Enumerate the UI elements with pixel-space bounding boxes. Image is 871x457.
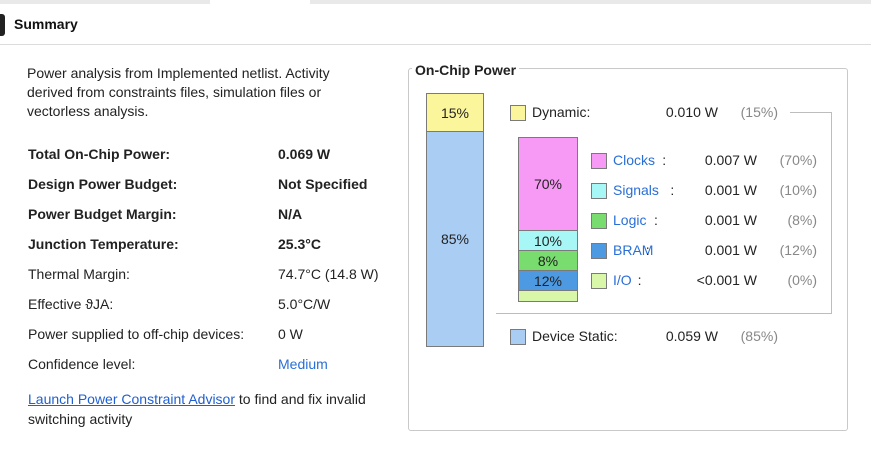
legend-dynamic: Dynamic: 0.010 W (15%) [510, 102, 810, 122]
bram-swatch-icon [591, 243, 607, 259]
row-value: 25.3°C [278, 236, 321, 252]
dynamic-segment[interactable]: 15% [427, 94, 483, 132]
io-watts: <0.001 W [696, 272, 757, 288]
row-label: Design Power Budget: [28, 176, 178, 192]
logic-pct: (8%) [787, 212, 817, 228]
static-segment[interactable]: 85% [427, 132, 483, 346]
legend-io: I/O: <0.001 W (0%) [591, 270, 821, 290]
clocks-link[interactable]: Clocks [613, 150, 655, 170]
dynamic-pct: (15%) [740, 104, 778, 120]
breakdown-segment-label: 70% [533, 176, 563, 192]
row-label: Confidence level: [28, 356, 136, 372]
breakdown-segment-label: 12% [533, 272, 563, 289]
static-swatch-icon [510, 329, 526, 345]
signals-swatch-icon [591, 183, 607, 199]
label-colon: : [645, 242, 650, 258]
static-label: Device Static: [532, 328, 618, 344]
breakdown-segment-signals[interactable]: 10% [519, 231, 577, 251]
legend-logic: Logic: 0.001 W (8%) [591, 210, 821, 230]
label-colon: : [662, 152, 667, 168]
row-label: Total On-Chip Power: [28, 146, 171, 162]
legend-clocks: Clocks: 0.007 W (70%) [591, 150, 821, 170]
legend-bram: BRAM:0.001 W (12%) [591, 240, 821, 260]
label-colon: : [637, 272, 642, 288]
dynamic-swatch-icon [510, 105, 526, 121]
row-label: Thermal Margin: [28, 266, 130, 282]
analysis-description: Power analysis from Implemented netlist.… [27, 65, 330, 119]
breakdown-segment-logic[interactable]: 8% [519, 251, 577, 271]
clocks-watts: 0.007 W [704, 152, 757, 168]
breakdown-segment-clocks[interactable]: 70% [519, 138, 577, 231]
legend-device-static: Device Static: 0.059 W (85%) [510, 326, 810, 346]
logic-swatch-icon [591, 213, 607, 229]
row-label: Effective ϑJA: [28, 296, 114, 312]
static-watts: 0.059 W [665, 328, 718, 344]
dynamic-label: Dynamic: [532, 104, 591, 120]
row-value: 74.7°C (14.8 W) [278, 266, 379, 282]
row-value: 0 W [278, 326, 303, 342]
dynamic-watts: 0.010 W [665, 104, 718, 120]
static-pct: (85%) [740, 328, 778, 344]
breakdown-segment-bram[interactable]: 12% [519, 271, 577, 291]
on-chip-power-title: On-Chip Power [412, 62, 520, 78]
clocks-swatch-icon [591, 153, 607, 169]
logic-watts: 0.001 W [704, 212, 757, 228]
breakdown-segment-label: 10% [533, 232, 563, 249]
label-colon: : [654, 212, 658, 228]
signals-watts: 0.001 W [704, 182, 757, 198]
row-label: Junction Temperature: [28, 236, 179, 252]
power-advisor-note: Launch Power Constraint Advisor to find … [28, 389, 378, 429]
confidence-level-link[interactable]: Medium [278, 354, 328, 374]
total-power-stacked-bar: 15% 85% [426, 93, 484, 347]
logic-link[interactable]: Logic [613, 210, 646, 230]
summary-header[interactable]: Summary [0, 4, 871, 45]
io-pct: (0%) [787, 272, 817, 288]
row-label: Power supplied to off-chip devices: [28, 326, 245, 342]
bram-watts: 0.001 W [704, 242, 757, 258]
io-link[interactable]: I/O [613, 270, 632, 290]
row-value: 0.069 W [278, 146, 331, 162]
breakdown-segment-io[interactable] [519, 291, 577, 301]
static-segment-label: 85% [440, 231, 470, 247]
legend-signals: Signals:0.001 W (10%) [591, 180, 821, 200]
breakdown-segment-label: 8% [537, 252, 559, 269]
signals-pct: (10%) [779, 182, 817, 198]
row-label: Power Budget Margin: [28, 206, 177, 222]
clocks-pct: (70%) [779, 152, 817, 168]
row-value: Not Specified [278, 176, 368, 192]
row-value: 5.0°C/W [278, 296, 331, 312]
row-value: N/A [278, 206, 303, 222]
collapse-handle-icon[interactable] [0, 14, 5, 36]
section-title: Summary [14, 16, 78, 32]
io-swatch-icon [591, 273, 607, 289]
signals-link[interactable]: Signals [613, 180, 659, 200]
dynamic-segment-label: 15% [440, 104, 470, 121]
dynamic-breakdown-bar: 70% 10% 8% 12% [518, 137, 578, 302]
bram-pct: (12%) [779, 242, 817, 258]
launch-power-advisor-link[interactable]: Launch Power Constraint Advisor [28, 391, 235, 407]
